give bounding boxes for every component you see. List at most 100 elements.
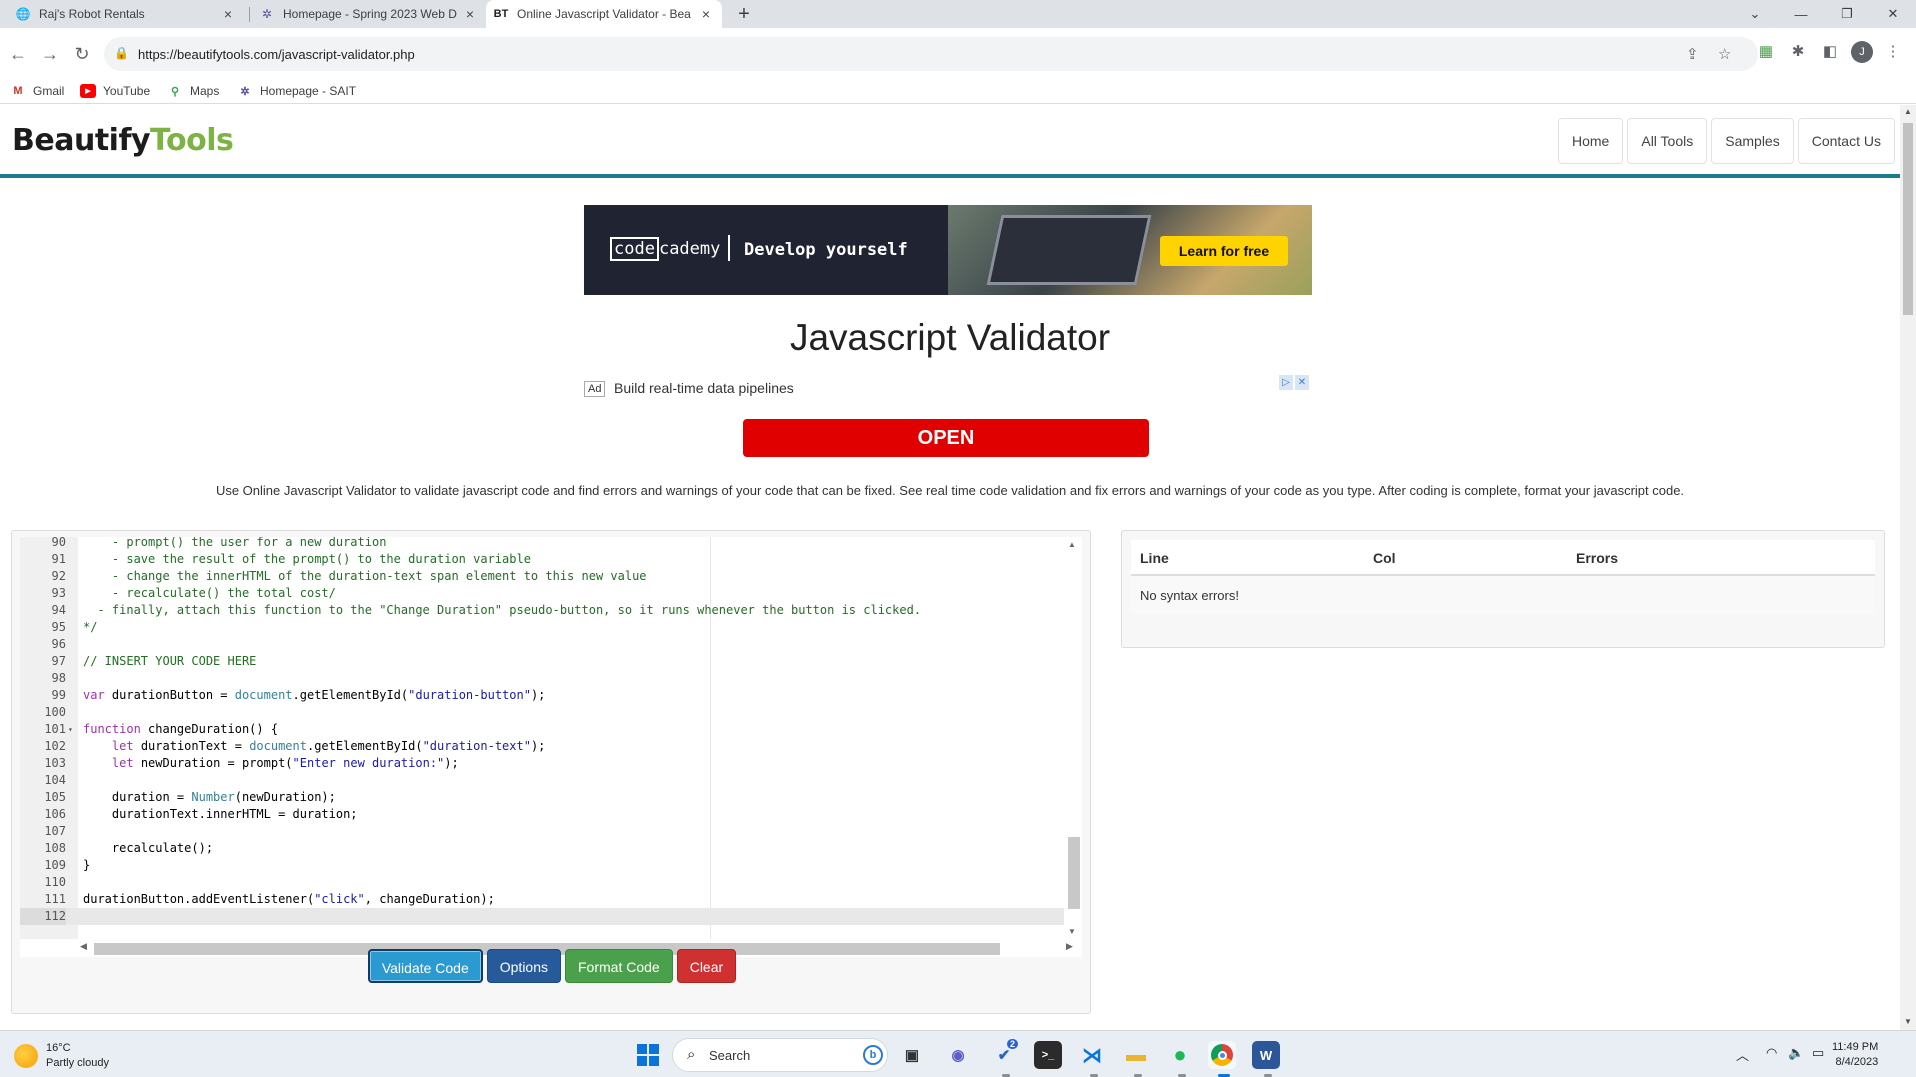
vscode-icon[interactable]: ⋊ (1078, 1041, 1106, 1069)
nav-all-tools[interactable]: All Tools (1627, 118, 1708, 164)
ad-headline[interactable]: Build real-time data pipelines (614, 380, 794, 396)
chevron-up-icon[interactable]: ︿ (1736, 1045, 1749, 1064)
code-line[interactable]: 106 durationText.innerHTML = duration; (20, 806, 1082, 823)
file-explorer-icon[interactable]: ▬ (1122, 1041, 1150, 1069)
profile-avatar[interactable]: J (1851, 41, 1873, 63)
code-line[interactable]: 93 - recalculate() the total cost/ (20, 585, 1082, 602)
code-line[interactable]: 96 (20, 636, 1082, 653)
nav-samples[interactable]: Samples (1711, 118, 1794, 164)
word-icon[interactable]: W (1252, 1041, 1280, 1069)
scroll-up-icon[interactable]: ▲ (1068, 540, 1076, 549)
code-editor[interactable]: 90 - prompt() the user for a new duratio… (20, 537, 1082, 939)
sheets-extension-icon[interactable]: ▦ (1755, 42, 1777, 60)
code-line[interactable]: 101 ▾ function changeDuration() { (20, 721, 1082, 738)
clear-button[interactable]: Clear (676, 949, 737, 983)
code-line[interactable]: 95 */ (20, 619, 1082, 636)
volume-icon[interactable]: 🔈 (1788, 1045, 1804, 1061)
nav-contact-us[interactable]: Contact Us (1797, 118, 1895, 164)
new-tab-button[interactable]: + (732, 2, 756, 26)
tab-search-icon[interactable]: ⌄ (1734, 0, 1776, 28)
scroll-up-icon[interactable]: ▲ (1900, 107, 1916, 116)
taskbar-search[interactable]: ⌕ Search b (672, 1038, 888, 1072)
codecademy-banner-ad[interactable]: code cademy Develop yourself Learn for fr… (584, 205, 1312, 295)
code-line[interactable]: 111 durationButton.addEventListener("clic… (20, 891, 1082, 908)
code-line[interactable]: 105 duration = Number(newDuration); (20, 789, 1082, 806)
code-line[interactable]: 91 - save the result of the prompt() to … (20, 551, 1082, 568)
extensions-puzzle-icon[interactable]: ✱ (1787, 42, 1809, 60)
code-line[interactable]: 109} (20, 857, 1082, 874)
scrollbar-thumb[interactable] (1068, 837, 1080, 909)
code-line[interactable]: 108 recalculate(); (20, 840, 1082, 857)
code-line[interactable]: 100 (20, 704, 1082, 721)
side-panel-icon[interactable]: ◧ (1819, 42, 1841, 60)
scrollbar-thumb[interactable] (1903, 123, 1913, 315)
terminal-icon[interactable]: >_ (1034, 1041, 1062, 1069)
format-code-button[interactable]: Format Code (565, 949, 673, 983)
code-line[interactable]: 94 - finally, attach this function to th… (20, 602, 1082, 619)
nav-home[interactable]: Home (1558, 118, 1624, 164)
code-line[interactable]: 102 let durationText = document.getEleme… (20, 738, 1082, 755)
browser-tab-active[interactable]: BT Online Javascript Validator - Bea × (486, 0, 722, 28)
code-line[interactable]: 107 (20, 823, 1082, 840)
code-lines[interactable]: 90 - prompt() the user for a new duratio… (20, 537, 1082, 925)
options-button[interactable]: Options (486, 949, 561, 983)
bookmark-youtube[interactable]: ▶ YouTube (80, 82, 150, 100)
url-text[interactable]: https://beautifytools.com/javascript-val… (138, 47, 415, 62)
bookmark-sait[interactable]: ✲ Homepage - SAIT (237, 82, 356, 100)
task-view-icon[interactable]: ▣ (898, 1041, 926, 1069)
weather-widget[interactable]: 16°C Partly cloudy (14, 1041, 109, 1071)
scroll-down-icon[interactable]: ▼ (1068, 927, 1076, 936)
code-line[interactable]: 90 - prompt() the user for a new duratio… (20, 537, 1082, 551)
page-vertical-scrollbar[interactable]: ▲ ▼ (1900, 105, 1916, 1030)
ad-open-button[interactable]: OPEN (743, 419, 1149, 457)
code-line[interactable]: 104 (20, 772, 1082, 789)
editor-vertical-scrollbar[interactable]: ▲ ▼ (1064, 537, 1082, 939)
spotify-icon[interactable]: ● (1166, 1041, 1194, 1069)
code-line[interactable]: 99 var durationButton = document.getEleme… (20, 687, 1082, 704)
system-clock[interactable]: 11:49 PM 8/4/2023 (1832, 1040, 1878, 1070)
minimize-icon[interactable]: — (1780, 0, 1822, 28)
scroll-down-icon[interactable]: ▼ (1900, 1017, 1916, 1026)
wifi-icon[interactable]: ◠ (1766, 1045, 1777, 1061)
adchoices-icon[interactable]: ▷ (1279, 375, 1293, 390)
code-line[interactable]: 110 (20, 874, 1082, 891)
battery-icon[interactable]: ▭ (1812, 1045, 1824, 1061)
address-bar[interactable]: 🔒 https://beautifytools.com/javascript-v… (104, 37, 1758, 71)
menu-kebab-icon[interactable]: ⋮ (1882, 42, 1904, 60)
validate-code-button[interactable]: Validate Code (367, 949, 483, 983)
code-line[interactable]: 112 (20, 908, 1082, 925)
bookmark-maps[interactable]: ⚲ Maps (167, 82, 219, 100)
fold-arrow-icon[interactable]: ▾ (68, 721, 73, 738)
chrome-icon[interactable] (1208, 1041, 1236, 1069)
back-arrow-icon[interactable]: ← (6, 42, 30, 66)
close-tab-icon[interactable]: × (698, 6, 714, 22)
share-icon[interactable]: ⇪ (1686, 45, 1699, 63)
close-tab-icon[interactable]: × (220, 6, 236, 22)
code-line[interactable]: 97 // INSERT YOUR CODE HERE (20, 653, 1082, 670)
browser-tab[interactable]: 🌐 Raj's Robot Rentals × (8, 0, 244, 28)
lock-icon[interactable]: 🔒 (114, 46, 129, 60)
ad-choices[interactable]: ▷ ✕ (1279, 375, 1309, 390)
bookmark-gmail[interactable]: M Gmail (10, 82, 64, 100)
banner-cta-button[interactable]: Learn for free (1160, 236, 1288, 266)
weather-condition: Partly cloudy (46, 1057, 109, 1069)
close-window-icon[interactable]: ✕ (1872, 0, 1914, 28)
code-line[interactable]: 103 let newDuration = prompt("Enter new … (20, 755, 1082, 772)
errors-table-header: Line Col Errors (1131, 540, 1875, 576)
ad-close-icon[interactable]: ✕ (1295, 375, 1309, 390)
start-button[interactable] (634, 1041, 662, 1069)
code-line[interactable]: 98 (20, 670, 1082, 687)
banner-brand-rest: cademy (658, 239, 721, 259)
forward-arrow-icon[interactable]: → (38, 42, 62, 66)
teams-chat-icon[interactable]: ◉ (944, 1041, 972, 1069)
reload-icon[interactable]: ↻ (70, 42, 94, 66)
browser-tab[interactable]: ✲ Homepage - Spring 2023 Web D × (252, 0, 486, 28)
restore-icon[interactable]: ❐ (1826, 0, 1868, 28)
todo-icon[interactable]: ✔ 2 (990, 1039, 1018, 1069)
code-line[interactable]: 92 - change the innerHTML of the duratio… (20, 568, 1082, 585)
close-tab-icon[interactable]: × (462, 6, 478, 22)
bing-icon[interactable]: b (863, 1045, 883, 1065)
bookmark-star-icon[interactable]: ☆ (1718, 45, 1731, 63)
site-logo[interactable]: BeautifyTools (12, 123, 234, 158)
line-number: 91 (51, 552, 66, 566)
